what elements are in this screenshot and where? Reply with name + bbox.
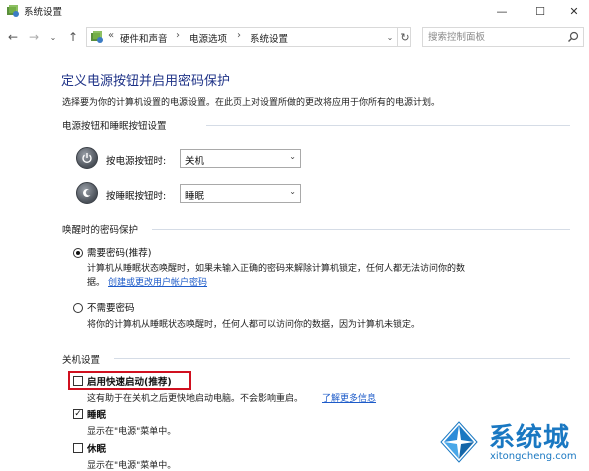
page-description: 选择要为你的计算机设置的电源设置。在此页上对设置所做的更改将应用于你所有的电源计… — [62, 98, 441, 108]
refresh-icon[interactable]: ↻ — [397, 28, 412, 46]
require-password-description-cont: 据。 — [87, 278, 106, 288]
breadcrumb-system-settings[interactable]: 系统设置 — [250, 31, 288, 45]
watermark-name: 系统城 — [489, 423, 571, 453]
fast-startup-checkbox[interactable] — [73, 376, 83, 386]
sleep-button-label: 按睡眠按钮时: — [106, 191, 167, 202]
maximize-button[interactable]: ☐ — [527, 2, 553, 20]
hibernate-description: 显示在"电源"菜单中。 — [87, 461, 177, 471]
up-arrow-icon[interactable]: ↑ — [65, 29, 81, 45]
wake-password-heading: 唤醒时的密码保护 — [62, 225, 139, 236]
sleep-label[interactable]: 睡眠 — [87, 407, 106, 421]
recent-pages-chevron-icon[interactable]: ⌄ — [45, 29, 61, 45]
no-password-radio[interactable] — [73, 303, 83, 313]
back-arrow-icon[interactable]: ← — [5, 29, 21, 45]
section-divider — [114, 358, 570, 359]
power-button-icon — [76, 147, 98, 169]
search-input[interactable] — [428, 30, 558, 44]
sleep-checkbox[interactable]: ✓ — [73, 409, 83, 419]
require-password-label[interactable]: 需要密码(推荐) — [87, 245, 151, 259]
sleep-button-icon — [76, 182, 98, 204]
search-box[interactable] — [422, 27, 584, 47]
forward-arrow-icon[interactable]: → — [26, 29, 42, 45]
sleep-button-action-select[interactable]: 睡眠 ⌄ — [180, 184, 301, 203]
breadcrumb-separator[interactable]: › — [176, 30, 180, 41]
shutdown-settings-heading: 关机设置 — [62, 355, 101, 366]
address-overflow[interactable]: « — [108, 30, 114, 41]
chevron-down-icon: ⌄ — [289, 187, 296, 196]
breadcrumb-separator[interactable]: › — [237, 30, 241, 41]
require-password-radio[interactable] — [73, 248, 83, 258]
chevron-down-icon: ⌄ — [289, 152, 296, 161]
search-icon[interactable] — [567, 31, 579, 43]
create-change-password-link[interactable]: 创建或更改用户帐户密码 — [108, 275, 207, 288]
require-password-description: 计算机从睡眠状态唤醒时，如果未输入正确的密码来解除计算机锁定，任何人都无法访问你… — [87, 264, 466, 274]
window-title: 系统设置 — [24, 7, 63, 18]
address-history-chevron-icon[interactable]: ⌄ — [384, 28, 396, 46]
hibernate-label[interactable]: 休眠 — [87, 441, 106, 455]
section-divider — [152, 229, 570, 230]
section-divider — [206, 125, 570, 126]
page-title: 定义电源按钮并启用密码保护 — [61, 74, 231, 89]
power-button-action-value: 关机 — [185, 156, 205, 167]
control-panel-icon — [7, 5, 19, 17]
power-buttons-heading: 电源按钮和睡眠按钮设置 — [62, 121, 167, 132]
sleep-button-action-value: 睡眠 — [185, 191, 205, 202]
learn-more-link[interactable]: 了解更多信息 — [322, 391, 376, 404]
close-button[interactable]: ✕ — [561, 2, 587, 20]
watermark-url: xitongcheng.com — [490, 451, 577, 462]
power-button-action-select[interactable]: 关机 ⌄ — [180, 149, 301, 168]
minimize-button[interactable]: — — [489, 2, 515, 20]
fast-startup-description: 这有助于在关机之后更快地启动电脑。不会影响重启。 — [87, 394, 304, 404]
fast-startup-label[interactable]: 启用快速启动(推荐) — [87, 374, 172, 388]
breadcrumb-hardware-sound[interactable]: 硬件和声音 — [120, 31, 168, 45]
power-button-label: 按电源按钮时: — [106, 156, 167, 167]
hibernate-checkbox[interactable] — [73, 443, 83, 453]
no-password-label[interactable]: 不需要密码 — [87, 300, 135, 314]
watermark-logo-icon — [440, 421, 478, 463]
no-password-description: 将你的计算机从睡眠状态唤醒时，任何人都可以访问你的数据，因为计算机未锁定。 — [87, 320, 421, 330]
sleep-description: 显示在"电源"菜单中。 — [87, 427, 177, 437]
control-panel-icon — [91, 31, 103, 43]
breadcrumb-power-options[interactable]: 电源选项 — [189, 31, 227, 45]
